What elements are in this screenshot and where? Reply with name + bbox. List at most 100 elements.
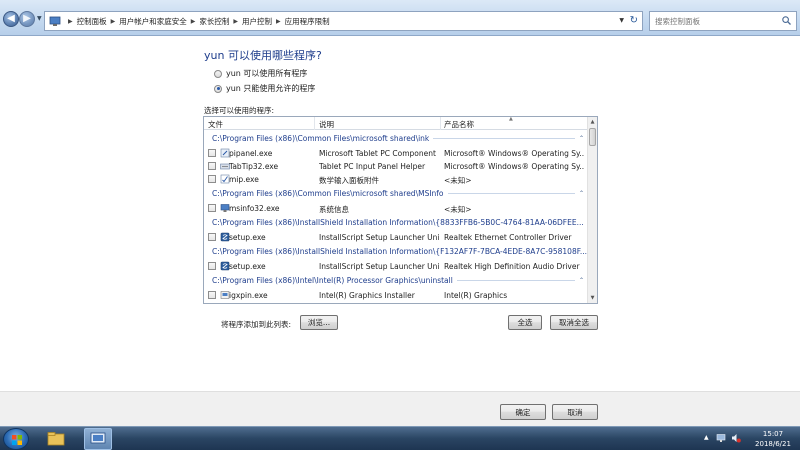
folder-group-header[interactable]: C:\Program Files (x86)\InstallShield Ins…: [204, 216, 588, 229]
breadcrumb-chevron-icon[interactable]: ▶: [191, 18, 196, 25]
radio-button[interactable]: [214, 69, 222, 78]
product-name: Intel(R) Graphics: [444, 291, 508, 300]
network-icon[interactable]: [716, 433, 726, 443]
breadcrumb-item[interactable]: 应用程序限制: [285, 16, 330, 27]
address-dropdown-icon[interactable]: ▼: [619, 17, 624, 24]
product-name: Microsoft® Windows® Operating Sy...: [444, 162, 584, 171]
program-checkbox[interactable]: [208, 204, 216, 212]
radio-button-selected[interactable]: [214, 84, 222, 93]
product-name: Microsoft® Windows® Operating Sy...: [444, 149, 584, 158]
add-program-label: 将程序添加到此列表:: [221, 320, 292, 329]
file-name: igxpin.exe: [229, 291, 268, 300]
program-checkbox[interactable]: [208, 291, 216, 299]
arrow-left-icon: ◀: [7, 13, 15, 24]
file-description: Intel(R) Graphics Installer: [319, 291, 415, 300]
program-list[interactable]: 文件 说明 产品名称 ▲ C:\Program Files (x86)\Comm…: [203, 116, 598, 304]
product-name: Realtek Ethernet Controller Driver: [444, 233, 572, 242]
file-name: pipanel.exe: [229, 149, 273, 158]
volume-muted-icon[interactable]: [731, 433, 741, 443]
program-row[interactable]: TabTip32.exe Tablet PC Input Panel Helpe…: [204, 160, 588, 173]
breadcrumb-chevron-icon[interactable]: ▶: [276, 18, 281, 25]
file-name: setup.exe: [229, 233, 266, 242]
file-description: Microsoft Tablet PC Component: [319, 149, 436, 158]
vertical-scrollbar[interactable]: ▲ ▼: [587, 117, 597, 303]
refresh-icon[interactable]: ↻: [630, 15, 638, 26]
breadcrumb-chevron-icon[interactable]: ▶: [111, 18, 116, 25]
folder-icon: [47, 432, 65, 446]
file-name: msinfo32.exe: [229, 204, 280, 213]
taskbar-control-panel-button[interactable]: [84, 428, 112, 450]
search-input[interactable]: [650, 12, 774, 30]
breadcrumb-item[interactable]: 控制面板: [77, 16, 107, 27]
group-divider: [433, 138, 575, 139]
arrow-right-icon: ▶: [23, 13, 31, 24]
program-row[interactable]: igxpin.exe Intel(R) Graphics Installer I…: [204, 289, 588, 302]
ok-button[interactable]: 确定: [500, 404, 546, 420]
program-row[interactable]: pipanel.exe Microsoft Tablet PC Componen…: [204, 147, 588, 160]
program-checkbox[interactable]: [208, 175, 216, 183]
column-divider[interactable]: [440, 117, 441, 130]
folder-group-header[interactable]: C:\Program Files (x86)\Common Files\micr…: [204, 187, 588, 200]
file-description: Tablet PC Input Panel Helper: [319, 162, 426, 171]
file-description: InstallScript Setup Launcher Unic...: [319, 262, 439, 271]
system-clock[interactable]: 15:07 2018/6/21: [748, 429, 798, 449]
column-header-description[interactable]: 说明: [319, 119, 334, 130]
program-row[interactable]: msinfo32.exe 系统信息 <未知>: [204, 202, 588, 215]
breadcrumb-item[interactable]: 家长控制: [199, 16, 229, 27]
forward-button[interactable]: ▶: [19, 11, 35, 27]
program-row[interactable]: setup.exe InstallScript Setup Launcher U…: [204, 260, 588, 273]
scroll-up-icon[interactable]: ▲: [588, 117, 597, 127]
folder-group-header[interactable]: C:\Program Files (x86)\Common Files\micr…: [204, 132, 588, 145]
collapse-icon[interactable]: ⌃: [579, 277, 584, 284]
file-name: setup.exe: [229, 262, 266, 271]
clock-time: 15:07: [762, 430, 784, 438]
scroll-thumb[interactable]: [589, 128, 596, 146]
scroll-down-icon[interactable]: ▼: [588, 293, 597, 303]
folder-path: C:\Program Files (x86)\Common Files\micr…: [212, 189, 444, 198]
program-row[interactable]: setup.exe InstallScript Setup Launcher U…: [204, 231, 588, 244]
file-name: mip.exe: [229, 175, 259, 184]
program-checkbox[interactable]: [208, 149, 216, 157]
program-checkbox[interactable]: [208, 233, 216, 241]
breadcrumb-item[interactable]: 用户控制: [242, 16, 272, 27]
breadcrumb-chevron-icon[interactable]: ▶: [233, 18, 238, 25]
back-button[interactable]: ◀: [3, 11, 19, 27]
sort-chevron-icon: ▲: [509, 116, 513, 122]
browse-button[interactable]: 浏览...: [300, 315, 338, 330]
search-box[interactable]: [649, 11, 797, 31]
breadcrumb-chevron-icon[interactable]: ▶: [68, 18, 73, 25]
search-icon[interactable]: [782, 16, 791, 25]
file-description: 数学输入面板附件: [319, 176, 379, 185]
control-panel-icon: [49, 15, 61, 27]
windows-logo-icon: [12, 435, 22, 445]
address-bar[interactable]: ▶ 控制面板 ▶ 用户帐户和家庭安全 ▶ 家长控制 ▶ 用户控制 ▶ 应用程序限…: [44, 11, 643, 31]
collapse-icon[interactable]: ⌃: [579, 135, 584, 142]
radio-label[interactable]: yun 只能使用允许的程序: [226, 83, 315, 94]
breadcrumb-item[interactable]: 用户帐户和家庭安全: [119, 16, 187, 27]
column-header-product[interactable]: 产品名称: [444, 119, 474, 130]
page-title: yun 可以使用哪些程序?: [204, 49, 322, 62]
collapse-icon[interactable]: ⌃: [579, 190, 584, 197]
select-all-button[interactable]: 全选: [508, 315, 542, 330]
file-description: InstallScript Setup Launcher Unic...: [319, 233, 439, 242]
dialog-footer: [0, 391, 800, 426]
show-hidden-icons-chevron[interactable]: ▲: [704, 434, 709, 441]
clear-all-button[interactable]: 取消全选: [550, 315, 598, 330]
recent-pages-chevron-icon[interactable]: ▼: [37, 15, 42, 22]
file-name: TabTip32.exe: [229, 162, 279, 171]
product-name: <未知>: [444, 176, 472, 185]
radio-allowed-programs[interactable]: yun 只能使用允许的程序: [214, 83, 315, 94]
folder-group-header[interactable]: C:\Program Files (x86)\InstallShield Ins…: [204, 245, 588, 258]
start-button[interactable]: [3, 428, 29, 450]
column-header-file[interactable]: 文件: [208, 119, 223, 130]
program-row[interactable]: mip.exe 数学输入面板附件 <未知>: [204, 173, 588, 186]
program-checkbox[interactable]: [208, 162, 216, 170]
program-checkbox[interactable]: [208, 262, 216, 270]
radio-label[interactable]: yun 可以使用所有程序: [226, 68, 307, 79]
taskbar-explorer-button[interactable]: [42, 428, 70, 450]
folder-group-header[interactable]: C:\Program Files (x86)\Intel\Intel(R) Pr…: [204, 274, 588, 287]
radio-all-programs[interactable]: yun 可以使用所有程序: [214, 68, 307, 79]
column-divider[interactable]: [314, 117, 315, 130]
folder-path: C:\Program Files (x86)\InstallShield Ins…: [212, 218, 584, 227]
cancel-button[interactable]: 取消: [552, 404, 598, 420]
